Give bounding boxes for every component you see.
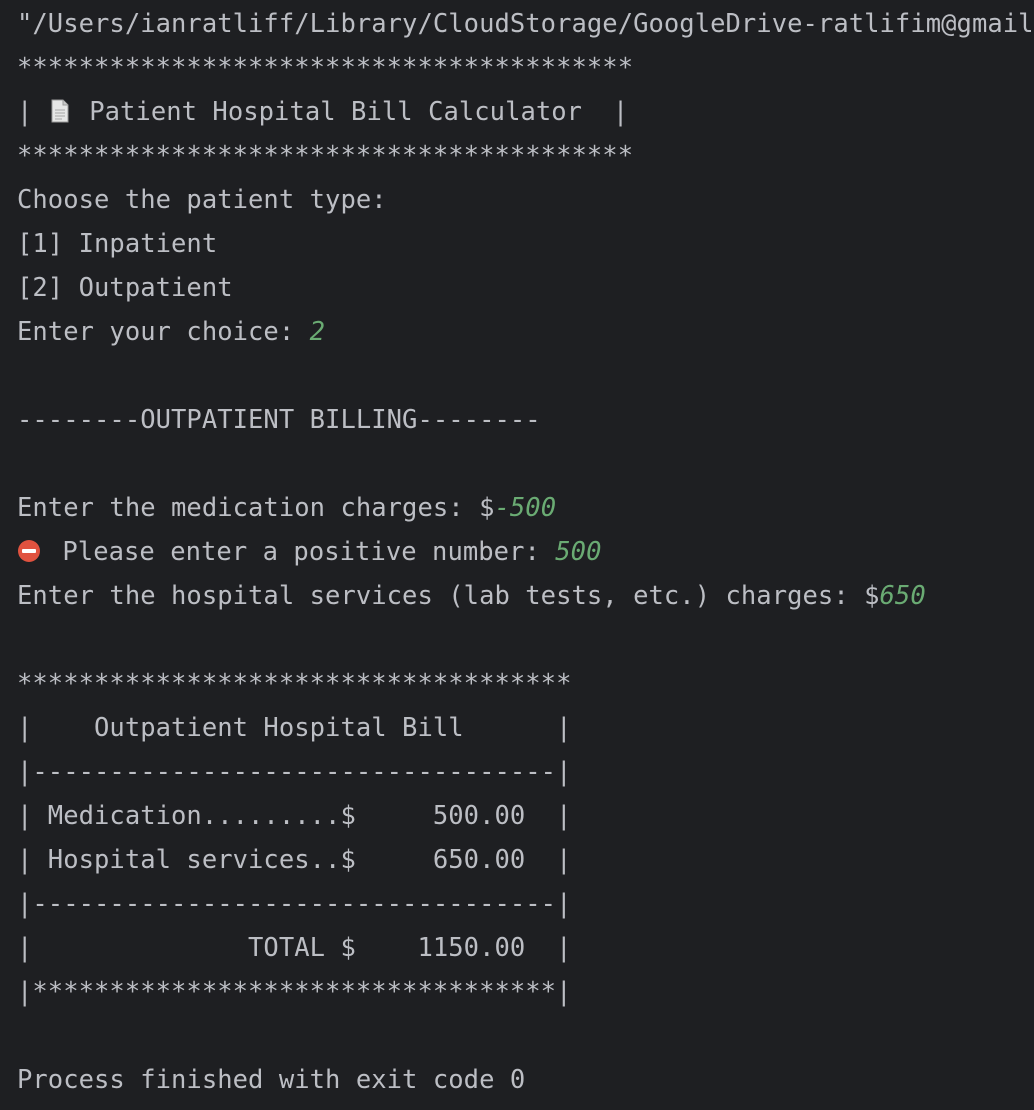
patient-type-prompt: Choose the patient type: xyxy=(17,185,387,215)
medication-line: Enter the medication charges: $-500 xyxy=(17,486,1034,530)
banner-title-line: | Patient Hospital Bill Calculator | xyxy=(17,90,1034,134)
services-prompt: Enter the hospital services (lab tests, … xyxy=(17,581,880,611)
medication-input: 500 xyxy=(555,537,602,567)
bill-divider: |----------------------------------| xyxy=(17,757,572,787)
banner-top-border: **************************************** xyxy=(17,53,634,83)
bill-bottom-border: |**********************************| xyxy=(17,977,572,1007)
error-prompt: Please enter a positive number: xyxy=(47,537,556,567)
choice-input: 2 xyxy=(309,317,326,347)
bill-medication-row: | Medication.........$ 500.00 | xyxy=(17,801,572,831)
bill-services-row: | Hospital services..$ 650.00 | xyxy=(17,845,572,875)
medication-invalid-input: -500 xyxy=(494,493,557,523)
bill-top-border: ************************************ xyxy=(17,669,572,699)
bill-title-row: | Outpatient Hospital Bill | xyxy=(17,713,572,743)
services-input: 650 xyxy=(879,581,926,611)
command-path-line: "/Users/ianratliff/Library/CloudStorage/… xyxy=(17,9,1034,39)
choice-prompt: Enter your choice: xyxy=(17,317,310,347)
option-outpatient: [2] Outpatient xyxy=(17,273,233,303)
banner-bottom-border: **************************************** xyxy=(17,141,634,171)
banner-title: Patient Hospital Bill Calculator | xyxy=(73,97,629,127)
option-inpatient: [1] Inpatient xyxy=(17,229,218,259)
page-icon xyxy=(50,93,70,123)
choice-line: Enter your choice: 2 xyxy=(17,310,1034,354)
error-line: Please enter a positive number: 500 xyxy=(17,530,1034,574)
banner-title-prefix: | xyxy=(17,97,48,127)
run-console-output: "/Users/ianratliff/Library/CloudStorage/… xyxy=(17,0,1034,1102)
services-line: Enter the hospital services (lab tests, … xyxy=(17,574,1034,618)
no-entry-icon xyxy=(17,533,41,562)
bill-divider: |----------------------------------| xyxy=(17,889,572,919)
medication-prompt: Enter the medication charges: $ xyxy=(17,493,495,523)
section-header: --------OUTPATIENT BILLING-------- xyxy=(17,405,541,435)
exit-message: Process finished with exit code 0 xyxy=(17,1065,526,1095)
bill-total-row: | TOTAL $ 1150.00 | xyxy=(17,933,572,963)
